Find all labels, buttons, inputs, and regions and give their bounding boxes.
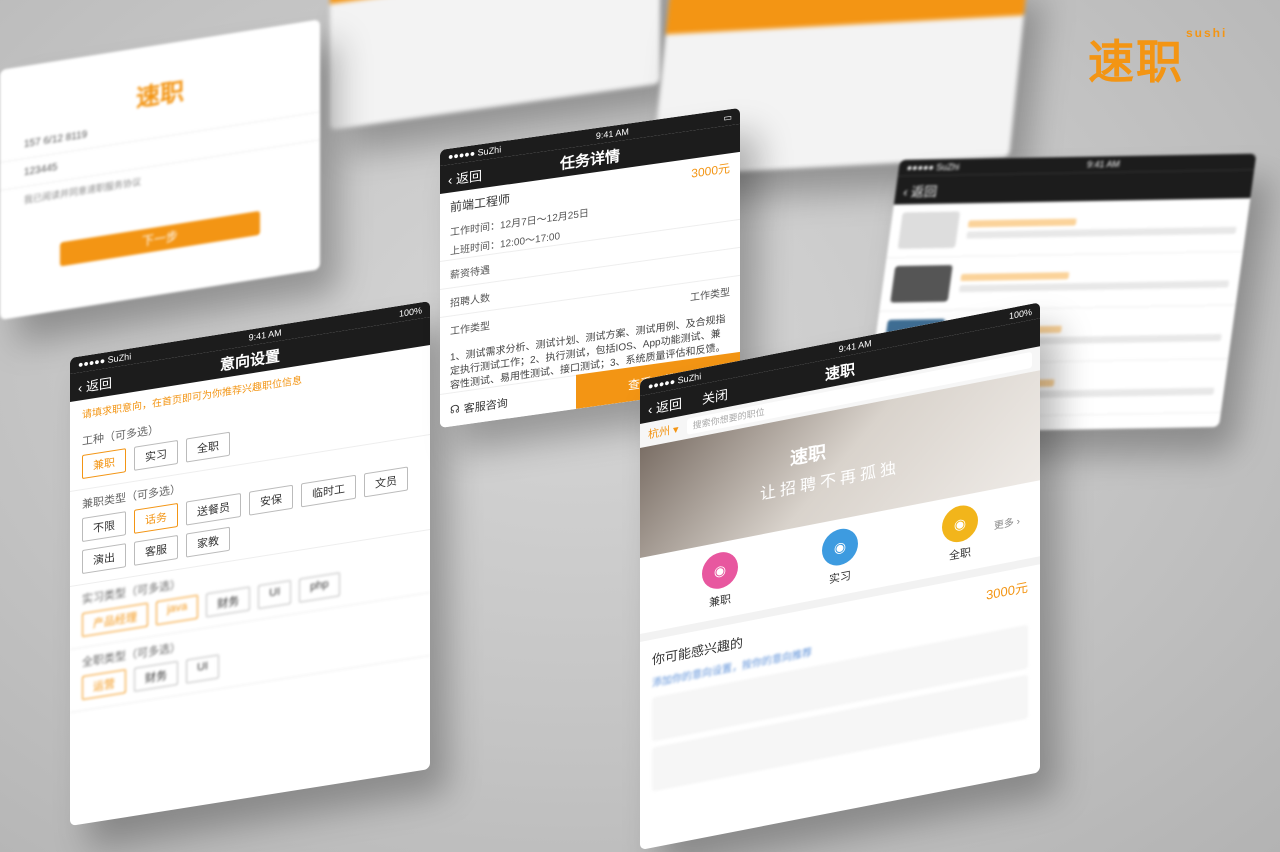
task-info-label: 薪资待遇 — [450, 264, 490, 282]
back-label: 返回 — [85, 374, 112, 394]
option-tag[interactable]: 兼职 — [82, 448, 126, 480]
option-tag[interactable]: 运营 — [82, 669, 126, 701]
job-title: 前端工程师 — [450, 192, 511, 215]
option-tag[interactable]: java — [156, 594, 199, 626]
option-tag[interactable]: 演出 — [82, 543, 126, 575]
page-title: 任务详情 — [559, 147, 620, 173]
option-tag[interactable]: 实习 — [134, 439, 178, 471]
back-button[interactable]: ‹ 返回 — [448, 165, 482, 189]
category-label: 兼职 — [709, 593, 731, 610]
close-button[interactable]: 关闭 — [702, 383, 728, 407]
page-title: 速职 — [824, 360, 855, 384]
back-button[interactable]: ‹ 返回 — [902, 180, 939, 200]
option-tag[interactable]: php — [299, 572, 340, 603]
phone-home-screen: ●●●●● SuZhi 9:41 AM 100% ‹ 返回 关闭 速职 杭州 ▾… — [640, 302, 1040, 850]
option-tag[interactable]: 财务 — [206, 586, 251, 618]
back-button[interactable]: ‹ 返回 — [78, 372, 112, 396]
option-tag[interactable]: 临时工 — [301, 474, 356, 508]
back-button[interactable]: ‹ 返回 — [648, 392, 682, 418]
battery-label: 100% — [398, 305, 422, 319]
back-label: 返回 — [455, 167, 482, 187]
category-item[interactable]: ◉ 实习 — [822, 525, 858, 589]
battery-label: 100% — [1008, 306, 1032, 322]
back-label: 返回 — [910, 183, 939, 199]
phone-partial-top-left — [330, 0, 660, 131]
task-info-label: 招聘人数 — [450, 292, 490, 310]
option-tag[interactable]: 家教 — [186, 526, 230, 558]
next-step-button[interactable]: 下一步 — [60, 210, 260, 267]
chevron-left-icon: ‹ — [448, 171, 456, 188]
option-tag[interactable]: 财务 — [134, 660, 178, 692]
category-label: 实习 — [829, 569, 851, 587]
option-tag[interactable]: 送餐员 — [186, 492, 241, 526]
orange-header-bar — [665, 0, 1029, 35]
parttime-icon: ◉ — [702, 548, 738, 592]
category-label: 全职 — [949, 546, 971, 563]
fulltime-icon: ◉ — [942, 502, 978, 546]
category-item[interactable]: ◉ 全职 — [942, 502, 978, 565]
job-thumbnail — [890, 265, 953, 303]
status-time: 9:41 AM — [595, 126, 629, 142]
banner-slogan: 让招聘不再孤独 — [760, 459, 901, 504]
brand-logo: 速职sushi — [1088, 26, 1228, 88]
chevron-right-icon: › — [1013, 516, 1020, 529]
intention-sections: 工种（可多选） 兼职 实习 全职 兼职类型（可多选） 不限 话务 送餐员 安保 临时工 文员 演出 客服… — [70, 371, 430, 713]
job-salary: 3000元 — [691, 161, 730, 181]
option-tag[interactable]: 话务 — [134, 502, 178, 534]
consult-label: 客服咨询 — [463, 396, 508, 416]
option-tag[interactable]: 不限 — [82, 511, 126, 543]
chevron-left-icon: ‹ — [78, 378, 86, 396]
option-tag[interactable]: 全职 — [186, 431, 230, 463]
chevron-down-icon: ▾ — [670, 423, 679, 438]
phone-intention-settings: ●●●●● SuZhi 9:41 AM 100% ‹ 返回 意向设置 请填求职意… — [70, 300, 430, 827]
option-tag[interactable]: 文员 — [364, 466, 408, 498]
category-item[interactable]: ◉ 兼职 — [702, 548, 738, 612]
back-label: 返回 — [655, 395, 682, 416]
city-label: 杭州 — [648, 425, 670, 442]
option-tag[interactable]: UI — [186, 654, 219, 684]
option-tag[interactable]: 安保 — [249, 484, 293, 516]
battery-icon: ▭ — [723, 111, 732, 123]
page-title: 意向设置 — [219, 347, 280, 374]
list-item[interactable] — [886, 198, 1251, 259]
intern-icon: ◉ — [822, 525, 858, 569]
status-time: 9:41 AM — [1086, 159, 1121, 170]
job-thumbnail — [897, 211, 961, 249]
chevron-left-icon: ‹ — [648, 400, 656, 417]
option-tag[interactable]: 产品经理 — [82, 602, 148, 638]
list-item[interactable] — [879, 251, 1243, 312]
work-type-label: 工作类型 — [690, 287, 730, 304]
orange-header-bar — [330, 0, 660, 4]
city-selector[interactable]: 杭州 ▾ — [648, 421, 679, 443]
option-tag[interactable]: 客服 — [134, 534, 178, 566]
headset-icon: ☊ — [450, 403, 460, 417]
carrier-label: ●●●●● SuZhi — [906, 161, 961, 174]
banner-title: 速职 — [790, 441, 826, 469]
task-info-label: 工作类型 — [450, 320, 490, 338]
phone-login-screen: 速职 157 6/12 8119 123445 我已阅读并同意速职服务协议 下一… — [0, 19, 320, 320]
option-tag[interactable]: UI — [258, 579, 292, 610]
